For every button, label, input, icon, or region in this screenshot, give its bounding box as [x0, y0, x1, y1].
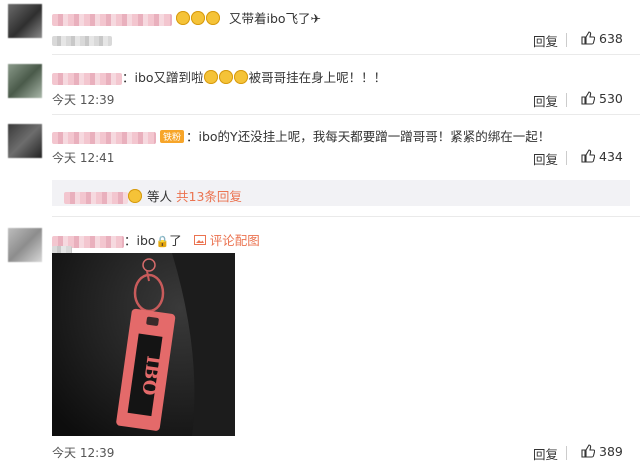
emoji-icon — [205, 11, 220, 25]
thumbs-up-icon — [581, 31, 595, 45]
comment-image[interactable]: IBO — [52, 253, 235, 436]
lock-icon: 🔒 — [155, 235, 170, 248]
keychain-photo: IBO — [52, 253, 235, 436]
image-icon — [193, 235, 206, 245]
emoji-icon — [190, 11, 205, 25]
comment-text: ：ibo的Y还没挂上呢，我每天都要蹭一蹭哥哥！紧紧的绑在一起！ — [186, 129, 551, 144]
comment-text: 又带着ibo飞了✈ — [228, 11, 321, 26]
divider — [52, 54, 640, 55]
avatar[interactable] — [8, 124, 42, 158]
sub-replies-link[interactable]: 共13条回复 — [176, 189, 242, 204]
sub-replies-prefix: 等人 — [147, 189, 173, 204]
comment-text: ：ibo又蹭到啦 — [122, 70, 204, 85]
like-count: 389 — [599, 444, 623, 459]
avatar[interactable] — [8, 64, 42, 98]
like-button[interactable]: 389 — [581, 444, 623, 459]
like-count: 638 — [599, 31, 623, 46]
like-count: 530 — [599, 91, 623, 106]
comment-text: 了 — [169, 233, 182, 248]
comment-4-line: ：ibo🔒了 评论配图 — [52, 230, 260, 249]
emoji-icon — [218, 70, 233, 84]
fan-badge: 铁粉 — [159, 130, 184, 143]
like-count: 434 — [599, 149, 623, 164]
comment-3-line: 铁粉 ：ibo的Y还没挂上呢，我每天都要蹭一蹭哥哥！紧紧的绑在一起！ — [52, 126, 550, 145]
comment-2-line: ：ibo又蹭到啦 被哥哥挂在身上呢！！！ — [52, 67, 386, 86]
like-button[interactable]: 434 — [581, 149, 623, 164]
thumbs-up-icon — [581, 91, 595, 105]
divider — [566, 33, 567, 47]
timestamp-blurred — [52, 36, 112, 46]
reply-button[interactable]: 回复 — [533, 444, 558, 463]
like-button[interactable]: 530 — [581, 91, 623, 106]
divider — [566, 151, 567, 165]
comment-pic-label: 评论配图 — [209, 233, 260, 248]
reply-button[interactable]: 回复 — [533, 31, 558, 50]
avatar[interactable] — [8, 4, 42, 38]
emoji-icon — [233, 70, 248, 84]
divider — [52, 216, 640, 217]
username-blurred[interactable] — [64, 191, 128, 204]
comment-text: 被哥哥挂在身上呢！！！ — [248, 70, 387, 85]
thumbs-up-icon — [581, 444, 595, 458]
emoji-icon — [175, 11, 190, 25]
like-button[interactable]: 638 — [581, 31, 623, 46]
comment-pic-link[interactable]: 评论配图 — [193, 233, 260, 248]
username-blurred[interactable] — [52, 131, 156, 144]
username-blurred[interactable] — [52, 13, 172, 26]
divider — [566, 446, 567, 460]
comment-text: ：ibo — [124, 233, 156, 248]
emoji-icon — [203, 70, 218, 84]
divider — [52, 114, 640, 115]
timestamp: 今天 12:39 — [52, 93, 115, 107]
thumbs-up-icon — [581, 149, 595, 163]
timestamp: 今天 12:41 — [52, 151, 115, 165]
avatar[interactable] — [8, 228, 42, 262]
emoji-icon — [128, 189, 142, 203]
comment-1-line: 又带着ibo飞了✈ — [52, 8, 321, 27]
timestamp: 今天 12:39 — [52, 446, 115, 460]
reply-button[interactable]: 回复 — [533, 91, 558, 110]
reply-button[interactable]: 回复 — [533, 149, 558, 168]
sub-replies-bar[interactable]: 等人 共13条回复 — [52, 180, 630, 206]
divider — [566, 93, 567, 107]
username-blurred[interactable] — [52, 72, 122, 85]
